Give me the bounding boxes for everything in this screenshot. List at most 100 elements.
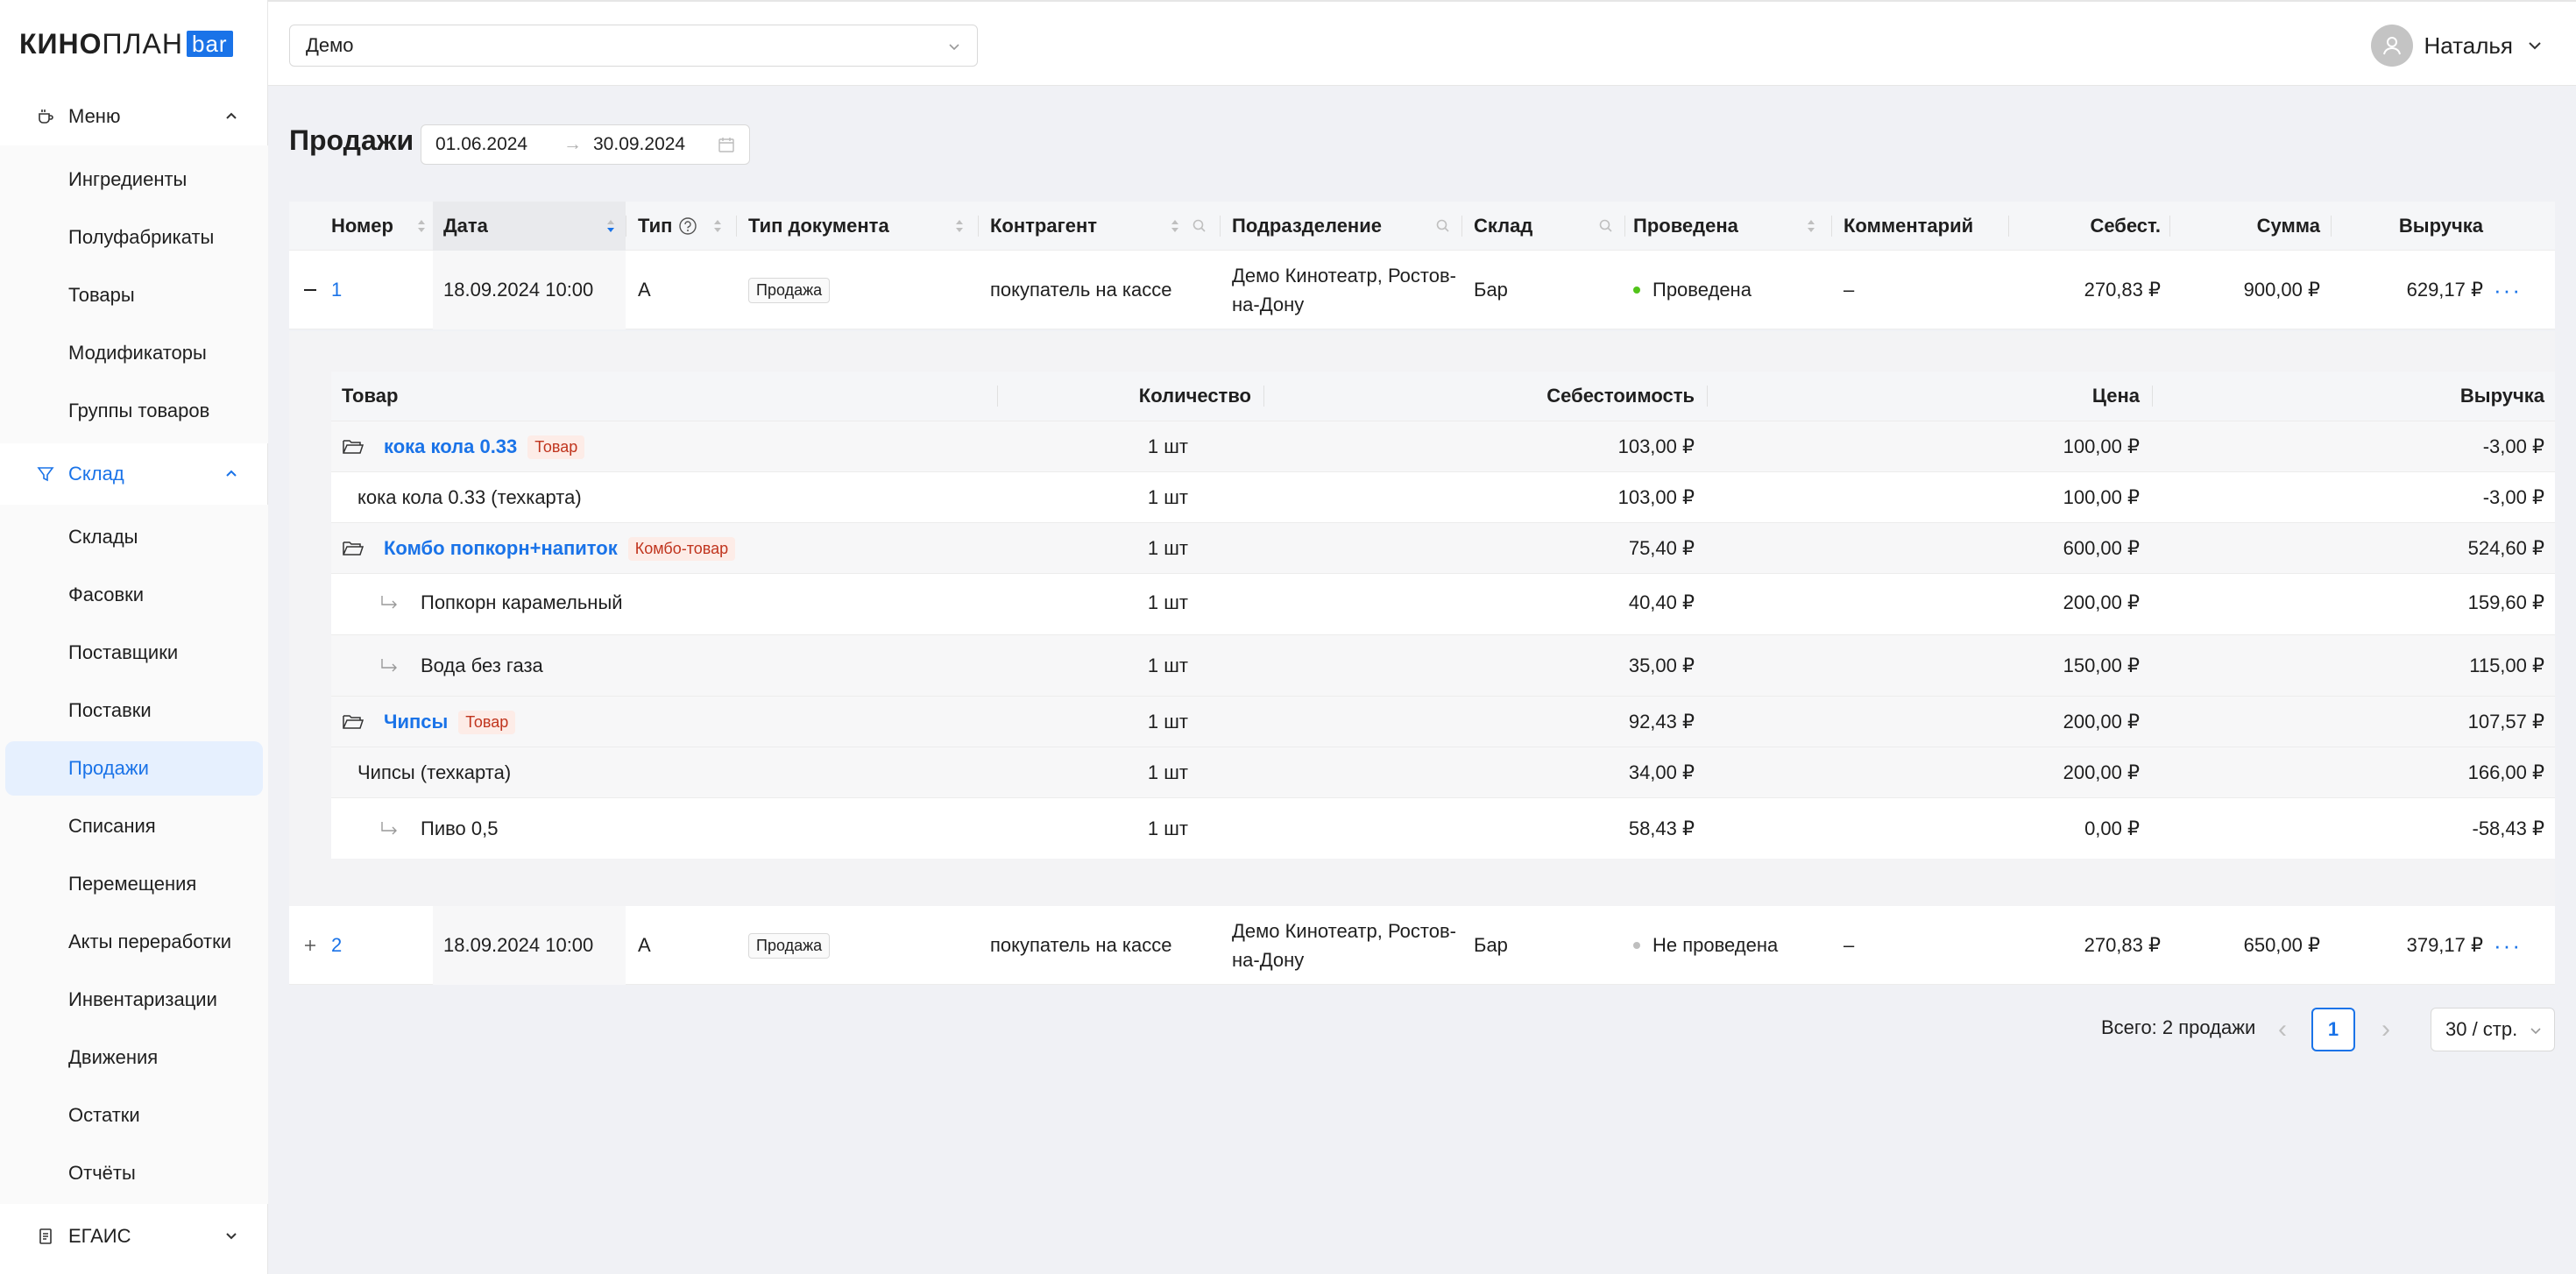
item-name-link[interactable]: Чипсы: [384, 711, 448, 733]
column-division[interactable]: Подразделение: [1232, 202, 1460, 251]
sidebar-item-modifiers[interactable]: Модификаторы: [5, 326, 263, 380]
nav-group-stock[interactable]: Склад: [0, 445, 268, 503]
sidebar-item-packaging[interactable]: Фасовки: [5, 568, 263, 622]
row-actions[interactable]: ···: [2494, 906, 2522, 985]
column-type-label: Тип: [638, 215, 673, 237]
column-date[interactable]: Дата: [433, 202, 626, 251]
sidebar-item-transfers[interactable]: Перемещения: [5, 857, 263, 911]
row-division: Демо Кинотеатр, Ростов- на-Дону: [1232, 917, 1456, 974]
sidebar-item-deliveries[interactable]: Поставки: [5, 683, 263, 738]
organization-select[interactable]: Демо: [289, 25, 978, 67]
sidebar-item-semi-finished[interactable]: Полуфабрикаты: [5, 210, 263, 265]
sidebar-item-product-groups[interactable]: Группы товаров: [5, 384, 263, 438]
list-item[interactable]: Попкорн карамельный 1 шт 40,40 ₽ 200,00 …: [331, 573, 2555, 634]
row-number[interactable]: 2: [331, 934, 342, 957]
table-row[interactable]: 1 18.09.2024 10:00 А Продажа покупатель …: [289, 251, 2555, 329]
date-to[interactable]: 30.09.2024: [593, 134, 685, 155]
list-item[interactable]: Комбо попкорн+напиток Комбо-товар 1 шт 7…: [331, 522, 2555, 573]
column-stock[interactable]: Склад: [1474, 202, 1631, 251]
sidebar-item-movements[interactable]: Движения: [5, 1030, 263, 1085]
branch-icon: [381, 822, 397, 835]
item-qty: 1 шт: [1147, 761, 1188, 783]
column-separator: [978, 216, 979, 237]
column-doc-type[interactable]: Тип документа: [748, 202, 976, 251]
item-name-link[interactable]: Комбо попкорн+напиток: [384, 537, 618, 560]
logo[interactable]: КИНО ПЛАН bar: [19, 26, 233, 61]
list-item[interactable]: кока кола 0.33 Товар 1 шт 103,00 ₽ 100,0…: [331, 421, 2555, 471]
list-item[interactable]: Пиво 0,5 1 шт 58,43 ₽ 0,00 ₽ -58,43 ₽: [331, 797, 2555, 859]
item-qty: 1 шт: [1147, 655, 1188, 676]
page-size-select[interactable]: 30 / стр.: [2431, 1008, 2555, 1051]
more-icon[interactable]: ···: [2494, 932, 2522, 959]
row-counterparty: покупатель на кассе: [990, 279, 1172, 301]
column-sum-label: Сумма: [2256, 215, 2320, 237]
item-name-cell: Чипсы Товар: [342, 697, 516, 747]
list-item[interactable]: Чипсы Товар 1 шт 92,43 ₽ 200,00 ₽ 107,57…: [331, 696, 2555, 747]
item-name: Чипсы (техкарта): [357, 761, 512, 783]
sort-icon[interactable]: [1169, 216, 1181, 236]
sort-icon[interactable]: [415, 216, 428, 236]
row-posted-status: Проведена: [1633, 251, 1752, 329]
more-icon[interactable]: ···: [2494, 277, 2522, 304]
item-revenue: 159,60 ₽: [2467, 591, 2544, 613]
column-type[interactable]: Тип: [638, 202, 743, 251]
folder-open-icon: [343, 715, 364, 729]
row-number[interactable]: 1: [331, 279, 342, 301]
item-qty: 1 шт: [1147, 486, 1188, 508]
column-comment: Комментарий: [1844, 202, 2019, 251]
column-posted-label: Проведена: [1633, 215, 1738, 237]
chevron-down-icon: [2530, 1028, 2541, 1035]
item-price: 100,00 ₽: [2063, 486, 2140, 508]
nav-group-egais[interactable]: ЕГАИС: [0, 1207, 268, 1265]
column-posted[interactable]: Проведена: [1633, 202, 1826, 251]
search-icon[interactable]: [1435, 218, 1451, 234]
sidebar-item-goods[interactable]: Товары: [5, 268, 263, 322]
pagination-page-1[interactable]: 1: [2311, 1008, 2355, 1051]
list-item[interactable]: кока кола 0.33 (техкарта) 1 шт 103,00 ₽ …: [331, 471, 2555, 522]
question-circle-icon[interactable]: [678, 216, 697, 236]
folder-open-icon: [343, 440, 364, 454]
chevron-down-icon: [949, 44, 959, 51]
item-qty: 1 шт: [1147, 817, 1188, 839]
row-number-link[interactable]: 2: [331, 906, 342, 985]
row-counterparty: покупатель на кассе: [990, 934, 1172, 956]
sidebar-item-inventories[interactable]: Инвентаризации: [5, 973, 263, 1027]
sidebar-item-processing-acts[interactable]: Акты переработки: [5, 915, 263, 969]
sidebar-item-reports[interactable]: Отчёты: [5, 1146, 263, 1200]
row-actions[interactable]: ···: [2494, 251, 2522, 329]
sort-desc-icon[interactable]: [605, 216, 617, 236]
pagination-next[interactable]: ›: [2364, 1008, 2408, 1051]
column-counterparty[interactable]: Контрагент: [990, 202, 1218, 251]
search-icon[interactable]: [1598, 218, 1614, 234]
sort-icon[interactable]: [711, 216, 724, 236]
sidebar-item-ingredients[interactable]: Ингредиенты: [5, 152, 263, 207]
list-item[interactable]: Чипсы (техкарта) 1 шт 34,00 ₽ 200,00 ₽ 1…: [331, 747, 2555, 797]
pagination-prev[interactable]: ‹: [2261, 1008, 2304, 1051]
table-row[interactable]: 2 18.09.2024 10:00 А Продажа покупатель …: [289, 906, 2555, 985]
sort-icon[interactable]: [953, 216, 966, 236]
item-cost: 103,00 ₽: [1617, 435, 1695, 457]
list-item[interactable]: Вода без газа 1 шт 35,00 ₽ 150,00 ₽ 115,…: [331, 634, 2555, 696]
user-menu[interactable]: Наталья: [2371, 25, 2544, 67]
sidebar-item-suppliers[interactable]: Поставщики: [5, 626, 263, 680]
sidebar-item-write-offs[interactable]: Списания: [5, 799, 263, 853]
date-from[interactable]: 01.06.2024: [435, 134, 527, 155]
nav-group-menu-label: Меню: [68, 105, 121, 127]
item-revenue: 115,00 ₽: [2469, 655, 2544, 676]
row-number-link[interactable]: 1: [331, 251, 342, 329]
sidebar-item-warehouses[interactable]: Склады: [5, 510, 263, 564]
item-name-link[interactable]: кока кола 0.33: [384, 435, 517, 458]
row-stock: Бар: [1474, 934, 1508, 956]
row-sum: 900,00 ₽: [2243, 279, 2320, 301]
expand-icon[interactable]: [301, 937, 319, 954]
chevron-down-icon: [226, 1233, 237, 1240]
collapse-icon[interactable]: [301, 281, 319, 299]
column-separator: [2152, 386, 2153, 407]
nav-group-menu[interactable]: Меню: [0, 88, 268, 145]
sidebar-item-balances[interactable]: Остатки: [5, 1088, 263, 1143]
date-range-picker[interactable]: 01.06.2024 → 30.09.2024: [421, 124, 750, 165]
sort-icon[interactable]: [1805, 216, 1817, 236]
column-number[interactable]: Номер: [331, 202, 443, 251]
sidebar-item-sales[interactable]: Продажи: [5, 741, 263, 796]
search-icon[interactable]: [1192, 218, 1207, 234]
